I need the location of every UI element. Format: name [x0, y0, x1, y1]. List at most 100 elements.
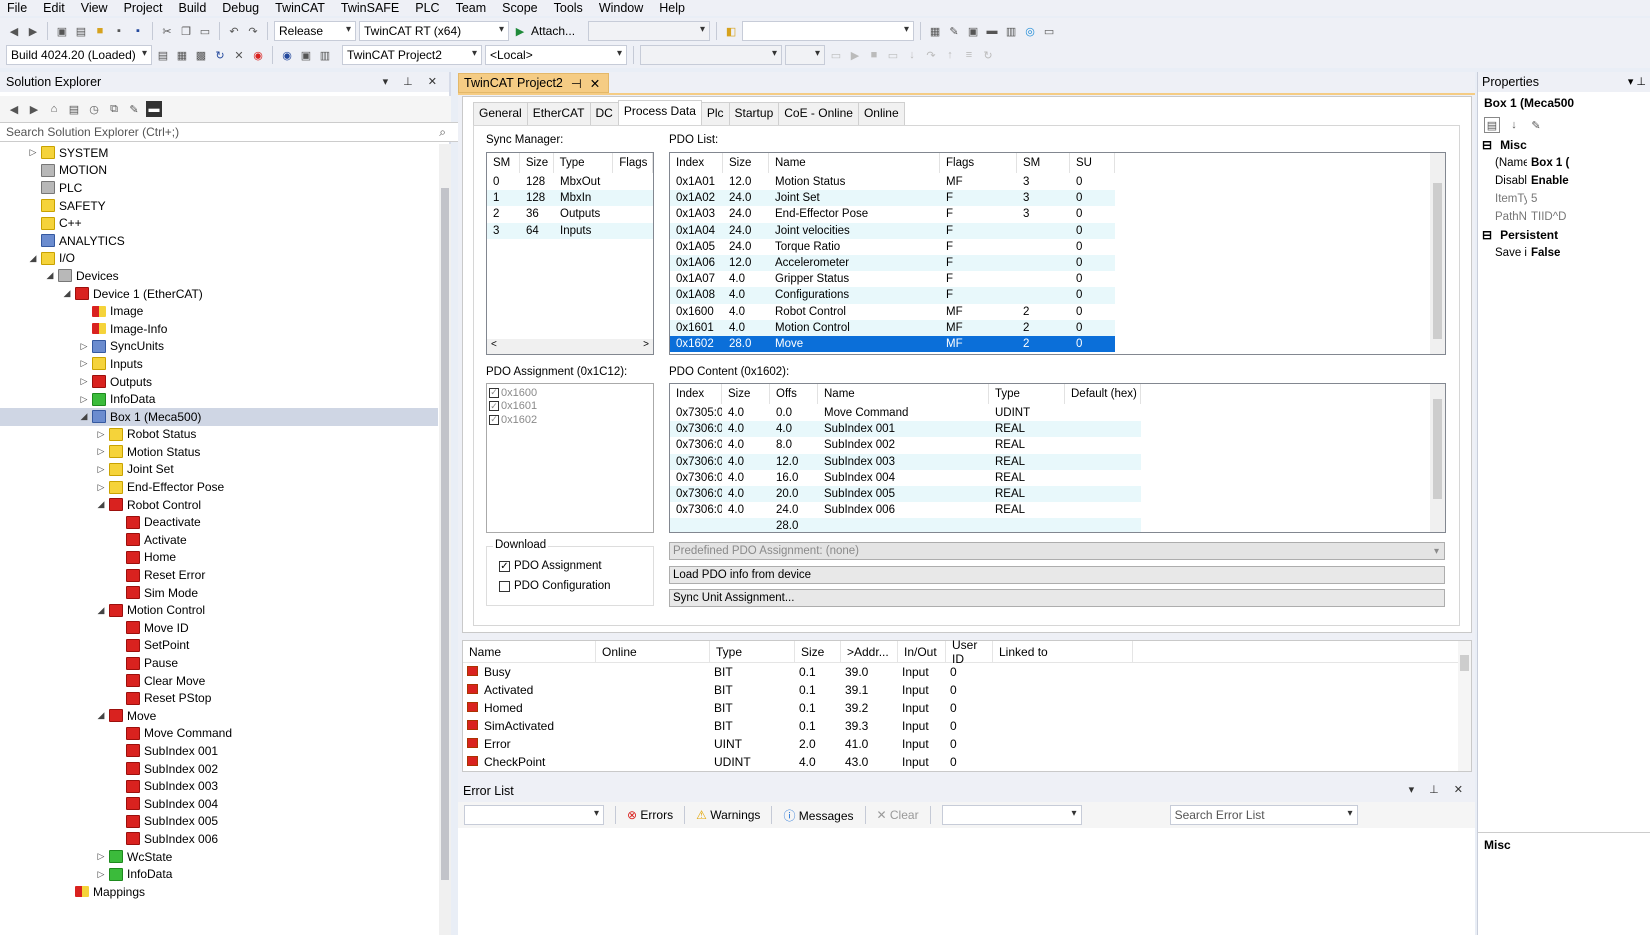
property-row[interactable]: Save ir False [1478, 244, 1650, 262]
table-row[interactable]: 3 64 Inputs [487, 222, 653, 239]
reset-icon[interactable]: ↻ [980, 47, 996, 63]
project-select[interactable]: TwinCAT Project2 [342, 45, 482, 65]
tree-item[interactable]: ▷ Joint Set [0, 461, 438, 479]
pdo-list-grid[interactable]: Index Size Name Flags SM SU 0x1A01 12.0 Motion … [669, 152, 1446, 355]
categorized-icon[interactable]: ▤ [1484, 117, 1500, 133]
expand-icon[interactable]: ▷ [79, 376, 89, 387]
checkbox-checked[interactable]: ✓ [489, 401, 499, 412]
column-header[interactable]: Offs [770, 384, 818, 404]
expand-icon[interactable]: ◢ [96, 710, 106, 721]
column-header[interactable]: Name [769, 153, 940, 173]
pin-icon[interactable]: ⊣ [571, 76, 582, 91]
back-icon[interactable]: ◀ [6, 23, 22, 39]
tree-item[interactable]: Pause [0, 654, 438, 672]
table-row[interactable]: 0x1600 4.0 Robot Control MF 2 0 [670, 304, 1115, 320]
plc-login-icon[interactable]: ▩ [193, 47, 209, 63]
menu-debug[interactable]: Debug [215, 1, 268, 15]
property-row[interactable]: PathN TIID^D [1478, 208, 1650, 226]
expand-icon[interactable]: ◢ [28, 253, 38, 264]
panel-header-buttons[interactable]: ▾ ⊥ ✕ [383, 75, 443, 88]
cut-icon[interactable]: ✂ [159, 23, 175, 39]
step-icon[interactable]: ↓ [904, 47, 920, 63]
new-project-icon[interactable]: ▣ [54, 23, 70, 39]
tree-item[interactable]: Move ID [0, 619, 438, 637]
solution-search-input[interactable]: Search Solution Explorer (Ctrl+;) ⌕ [0, 122, 466, 142]
redo-icon[interactable]: ↷ [245, 23, 261, 39]
back-icon[interactable]: ◀ [6, 101, 22, 117]
expand-icon[interactable]: ◢ [96, 499, 106, 510]
column-header[interactable]: Size [520, 153, 554, 173]
tree-item[interactable]: ▷ SYSTEM [0, 144, 438, 162]
column-header[interactable]: Name [818, 384, 989, 404]
property-pages-icon[interactable]: ✎ [1528, 117, 1544, 133]
table-row[interactable]: 0x1601 4.0 Motion Control MF 2 0 [670, 319, 1115, 336]
tree-item[interactable]: Move Command [0, 725, 438, 743]
table-row[interactable]: 0x1A05 24.0 Torque Ratio F 0 [670, 239, 1115, 255]
table-row[interactable]: 0x1A01 12.0 Motion Status MF 3 0 [670, 174, 1115, 190]
table-row[interactable]: Activated BIT 0.1 39.1 Input 0 [463, 681, 1471, 699]
tree-item[interactable]: ◢ I/O [0, 250, 438, 268]
table-row[interactable]: 0x1A04 24.0 Joint velocities F 0 [670, 222, 1115, 239]
table-row[interactable]: SimActivated BIT 0.1 39.3 Input 0 [463, 717, 1471, 735]
column-header[interactable]: Size [723, 153, 769, 173]
expand-icon[interactable]: ▷ [96, 851, 106, 862]
menu-project[interactable]: Project [117, 1, 172, 15]
menu-file[interactable]: File [0, 1, 36, 15]
expand-icon[interactable]: ▷ [79, 341, 89, 352]
pdo-assignment-item[interactable]: ✓ 0x1602 [489, 413, 651, 427]
menu-window[interactable]: Window [592, 1, 652, 15]
pdo-configuration-checkbox[interactable]: PDO Configuration [499, 580, 611, 592]
expand-icon[interactable]: ▷ [96, 464, 106, 475]
scan-icon[interactable]: ▥ [1003, 23, 1019, 39]
tree-item[interactable]: ▷ Motion Status [0, 443, 438, 461]
collapse-all-icon[interactable]: ⧉ [106, 101, 122, 117]
save-all-icon[interactable]: ▪ [130, 23, 146, 39]
variables-scrollbar[interactable] [1458, 641, 1471, 771]
table-row[interactable]: 0x1A02 24.0 Joint Set F 3 0 [670, 190, 1115, 207]
tree-item[interactable]: Home [0, 549, 438, 567]
alphabetical-icon[interactable]: ↓ [1506, 117, 1522, 133]
properties-icon[interactable]: ✎ [126, 101, 142, 117]
target-icon[interactable]: ◎ [1022, 23, 1038, 39]
column-header[interactable]: SU [1070, 153, 1115, 173]
plc-select[interactable] [640, 45, 782, 65]
menu-build[interactable]: Build [171, 1, 215, 15]
expand-icon[interactable]: ◢ [62, 288, 72, 299]
column-header[interactable]: Default (hex) [1065, 384, 1141, 404]
menu-view[interactable]: View [74, 1, 117, 15]
menu-team[interactable]: Team [449, 1, 496, 15]
open-folder-icon[interactable]: ■ [92, 23, 108, 39]
tree-item[interactable]: SubIndex 004 [0, 795, 438, 813]
checkbox-checked[interactable]: ✓ [489, 387, 499, 398]
tree-item[interactable]: ▷ Robot Status [0, 426, 438, 444]
column-header[interactable]: SM [1017, 153, 1070, 173]
tree-item[interactable]: ▷ InfoData [0, 865, 438, 883]
tree-item[interactable]: Reset PStop [0, 689, 438, 707]
forward-icon[interactable]: ▶ [26, 101, 42, 117]
pdo-assignment-item[interactable]: ✓ 0x1601 [489, 400, 651, 414]
add-item-icon[interactable]: ▤ [73, 23, 89, 39]
breakpoints-icon[interactable]: ≡ [961, 47, 977, 63]
column-header[interactable]: SM [487, 153, 520, 173]
category-persistent[interactable]: ⊟ Persistent [1478, 226, 1650, 244]
column-header[interactable]: Flags [613, 153, 653, 173]
table-row[interactable]: 0x1A03 24.0 End-Effector Pose F 3 0 [670, 206, 1115, 222]
preview-icon[interactable]: ▬ [146, 101, 162, 117]
tab-plc[interactable]: Plc [700, 102, 730, 126]
pdo-assignment-item[interactable]: ✓ 0x1600 [489, 386, 651, 400]
property-row[interactable]: Disable Enable [1478, 172, 1650, 190]
restart-icon[interactable]: ◉ [250, 47, 266, 63]
copy-icon[interactable]: ❐ [178, 23, 194, 39]
paste-icon[interactable]: ▭ [197, 23, 213, 39]
close-tab-icon[interactable]: ✕ [590, 76, 600, 91]
pdo-assignment-checkbox[interactable]: ✓ PDO Assignment [499, 560, 602, 572]
property-row[interactable]: (Name Box 1 ( [1478, 154, 1650, 172]
home-icon[interactable]: ⌂ [46, 101, 62, 117]
tab-ethercat[interactable]: EtherCAT [526, 102, 591, 126]
column-header[interactable]: Index [670, 153, 723, 173]
save-icon[interactable]: ▪ [111, 23, 127, 39]
grid-icon[interactable]: ▦ [174, 47, 190, 63]
column-header[interactable]: Flags [940, 153, 1017, 173]
expand-icon[interactable]: ▷ [96, 869, 106, 880]
forward-icon[interactable]: ▶ [25, 23, 41, 39]
